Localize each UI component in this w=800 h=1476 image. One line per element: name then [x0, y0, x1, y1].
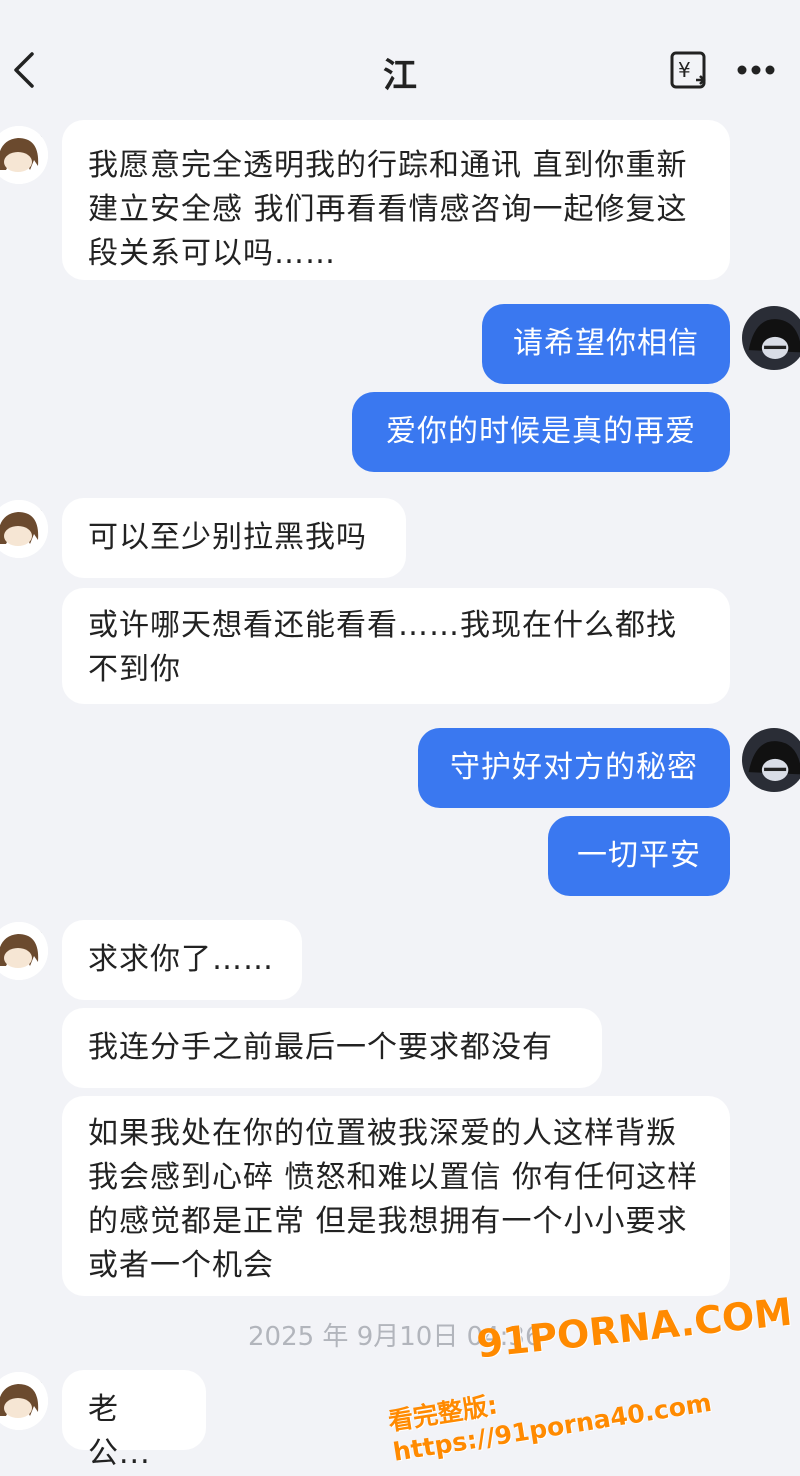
more-dots-icon — [737, 65, 775, 75]
message-bubble-incoming[interactable]: 或许哪天想看还能看看……我现在什么都找不到你 — [62, 588, 730, 704]
svg-text:¥: ¥ — [678, 58, 691, 82]
translate-icon: ¥ — [670, 51, 706, 89]
chat-header: 江 ¥ — [0, 0, 800, 140]
watermark-link-text: 看完整版: https://91porna40.com — [386, 1387, 714, 1467]
message-bubble-outgoing[interactable]: 请希望你相信 — [482, 304, 730, 384]
contact-avatar[interactable] — [0, 1372, 48, 1430]
contact-avatar[interactable] — [0, 500, 48, 558]
message-bubble-outgoing[interactable]: 爱你的时候是真的再爱 — [352, 392, 730, 472]
translate-button[interactable]: ¥ — [668, 50, 712, 92]
dark-portrait-avatar-icon — [742, 306, 800, 370]
cartoon-avatar-icon — [0, 500, 48, 558]
cartoon-avatar-icon — [0, 1372, 48, 1430]
message-bubble-incoming[interactable]: 老公... — [62, 1370, 206, 1471]
cartoon-avatar-icon — [0, 922, 48, 980]
dark-portrait-avatar-icon — [742, 728, 800, 792]
self-avatar[interactable] — [742, 306, 800, 370]
message-bubble-incoming[interactable]: 可以至少别拉黑我吗 — [62, 498, 406, 578]
message-bubble-incoming[interactable]: 求求你了…… — [62, 920, 302, 1000]
message-bubble-incoming[interactable]: 如果我处在你的位置被我深爱的人这样背叛 我会感到心碎 愤怒和难以置信 你有任何这… — [62, 1096, 730, 1296]
message-bubble-outgoing[interactable]: 一切平安 — [548, 816, 730, 896]
message-bubble-outgoing[interactable]: 守护好对方的秘密 — [418, 728, 730, 808]
more-button[interactable] — [734, 58, 778, 82]
contact-avatar[interactable] — [0, 922, 48, 980]
message-bubble-incoming[interactable]: 我连分手之前最后一个要求都没有 — [62, 1008, 602, 1088]
self-avatar[interactable] — [742, 728, 800, 792]
message-bubble-incoming[interactable]: 我愿意完全透明我的行踪和通讯 直到你重新建立安全感 我们再看看情感咨询一起修复这… — [62, 120, 730, 280]
